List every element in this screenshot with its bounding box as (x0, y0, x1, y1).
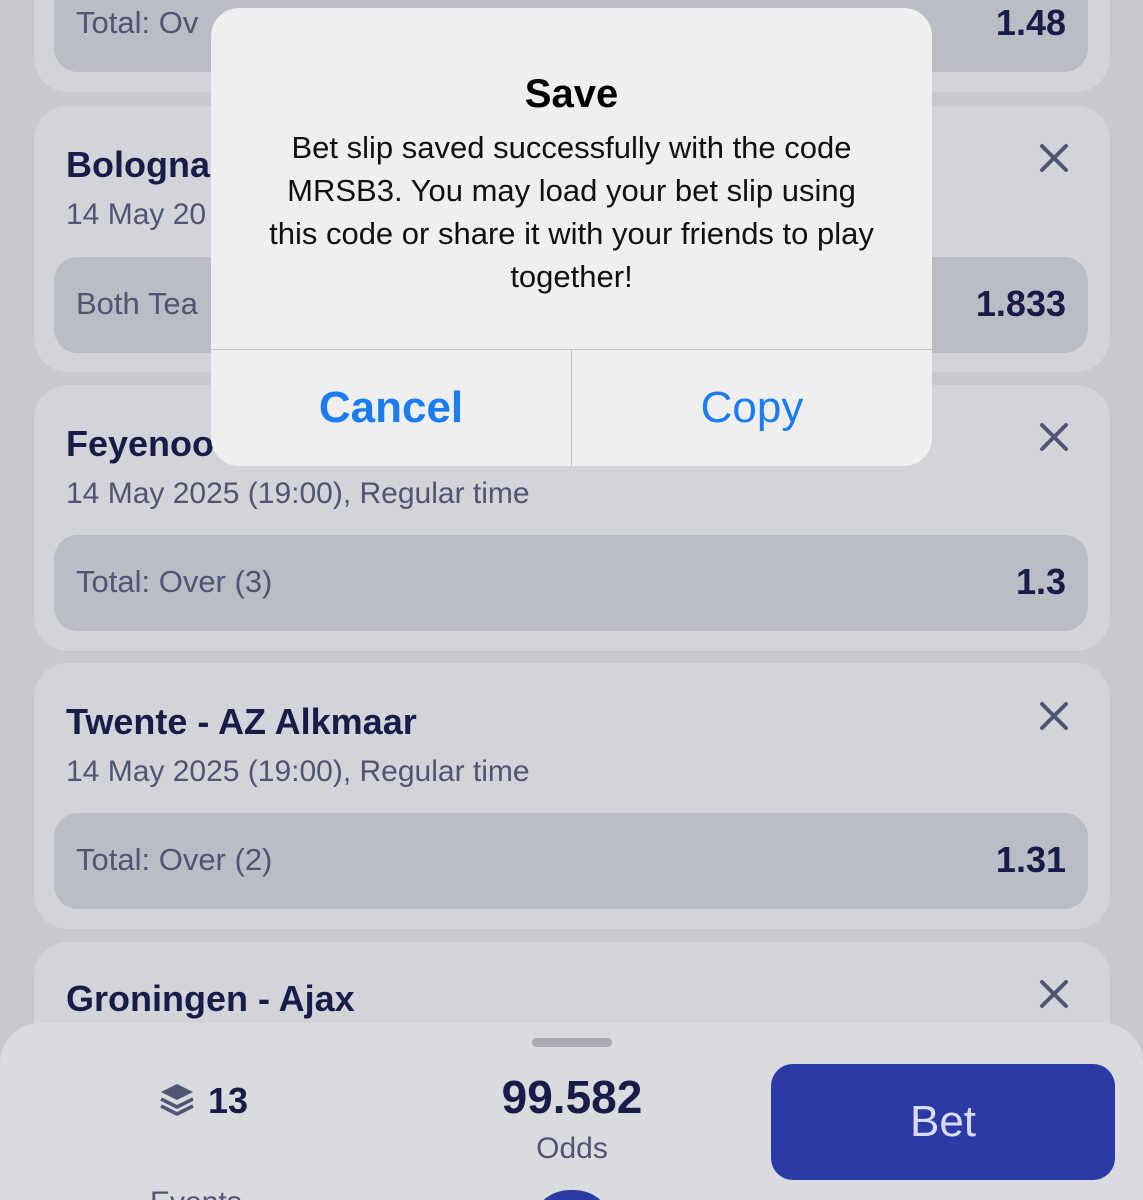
events-label: Events (150, 1186, 242, 1200)
match-time: 14 May 20 (66, 198, 207, 231)
close-icon[interactable] (1034, 417, 1074, 457)
market-row[interactable]: Total: Over (2) 1.31 (54, 813, 1088, 909)
match-title: Feyenoo (66, 423, 215, 464)
match-title: Groningen - Ajax (66, 978, 355, 1019)
market-odd: 1.3 (1015, 561, 1066, 602)
match-time: 14 May 2025 (19:00), Regular time (66, 477, 530, 510)
drag-handle[interactable] (532, 1038, 612, 1047)
match-title: Twente - AZ Alkmaar (66, 701, 417, 742)
market-label: Total: Over (2) (76, 842, 273, 877)
market-label: Both Tea (76, 286, 198, 321)
match-time: 14 May 2025 (19:00), Regular time (66, 755, 530, 788)
market-odd: 1.833 (975, 283, 1066, 324)
market-label: Total: Over (3) (76, 564, 273, 599)
close-icon[interactable] (1034, 696, 1074, 736)
total-odds: 99.582 (501, 1071, 643, 1123)
market-label: Total: Ov (76, 5, 199, 40)
bet-button[interactable]: Bet (771, 1064, 1115, 1180)
odds-label: Odds (536, 1132, 608, 1165)
market-odd: 1.31 (995, 839, 1066, 880)
copy-button[interactable]: Copy (572, 350, 932, 466)
bet-summary-bar: 13 Events 99.582 Odds Bet (0, 1023, 1143, 1200)
alert-message: Bet slip saved successfully with the cod… (269, 130, 874, 294)
alert-title: Save (524, 72, 619, 116)
bet-card: Twente - AZ Alkmaar 14 May 2025 (19:00),… (34, 663, 1110, 929)
events-count: 13 (208, 1080, 249, 1121)
market-row[interactable]: Total: Over (3) 1.3 (54, 535, 1088, 631)
match-title: Bologna (66, 144, 210, 185)
market-odd: 1.48 (995, 2, 1066, 43)
save-alert-dialog: Save Bet slip saved successfully with th… (211, 8, 932, 466)
layers-icon (158, 1080, 196, 1118)
close-icon[interactable] (1034, 974, 1074, 1014)
cancel-button[interactable]: Cancel (211, 350, 571, 466)
close-icon[interactable] (1034, 138, 1074, 178)
